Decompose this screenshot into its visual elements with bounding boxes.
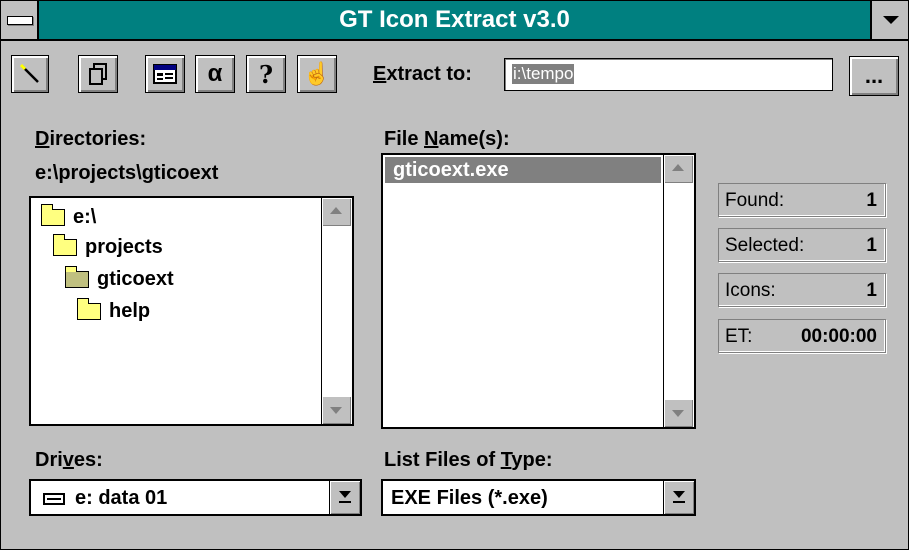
stat-value: 00:00:00 [800,326,877,347]
stat-key: Icons: [725,280,776,301]
chevron-down-icon [673,491,685,498]
window-title: GT Icon Extract v3.0 [339,6,570,33]
icons-stat: Icons: 1 [718,273,886,307]
browse-label: ... [864,63,884,88]
scroll-up-button[interactable] [664,155,693,183]
drives-value: e: data 01 [75,487,168,509]
stat-key: Selected: [725,235,805,256]
file-type-text-b: ype: [511,449,553,471]
file-names-text-a: File [384,128,425,150]
extract-to-accel: E [373,63,387,85]
file-names-text-b: ame(s): [438,128,510,150]
file-type-accel: T [500,449,512,471]
open-folder-icon [52,234,77,256]
drives-text-b: es: [73,449,103,471]
directory-scrollbar[interactable] [321,198,352,424]
scroll-down-button[interactable] [664,399,693,427]
elapsed-time-stat: ET: 00:00:00 [718,319,886,353]
file-names-accel: N [424,128,439,150]
alpha-icon: α [207,60,223,87]
app-window: GT Icon Extract v3.0 α ? ☝ Extract to: i… [0,0,909,550]
window-icon [146,56,184,92]
minimize-button[interactable] [870,1,908,39]
directories-accel: D [35,128,50,150]
stat-value: 1 [866,190,877,211]
chevron-down-icon [339,491,351,498]
scroll-down-button[interactable] [322,396,351,424]
browse-button[interactable]: ... [849,56,899,96]
drives-selected: e: data 01 [43,487,167,510]
file-type-label: List Files of Type: [384,449,553,472]
drives-accel: v [62,449,74,471]
wand-icon [12,56,48,92]
file-type-value: EXE Files (*.exe) [391,487,548,509]
arrow-down-icon [330,407,342,414]
directory-tree[interactable]: e:\ projects gticoext help [29,196,354,426]
selected-stat: Selected: 1 [718,228,886,262]
stat-key: Found: [725,190,785,211]
drives-label: Drives: [35,449,103,472]
current-directory-path: e:\projects\gticoext [35,162,219,184]
file-list-scrollbar[interactable] [663,155,694,427]
drive-icon [43,493,65,505]
tree-item-gticoext[interactable]: gticoext [64,266,174,291]
file-type-dropdown-button[interactable] [663,481,694,514]
file-type-text-a: List Files of [384,449,501,471]
title-bar[interactable]: GT Icon Extract v3.0 [1,1,908,41]
tree-item-projects[interactable]: projects [52,234,163,259]
tree-item-root[interactable]: e:\ [40,204,97,229]
file-type-dropdown[interactable]: EXE Files (*.exe) [381,479,696,516]
arrow-down-icon [672,410,684,417]
dropdown-underline [673,501,685,503]
found-stat: Found: 1 [718,183,886,217]
tree-item-label: gticoext [97,268,174,290]
copy-icon [79,56,117,92]
view-button[interactable] [145,55,185,93]
hand-icon: ☝ [303,61,331,86]
drives-text-a: Dri [35,449,63,471]
stat-value: 1 [866,235,877,256]
scroll-up-button[interactable] [322,198,351,226]
arrow-up-icon [672,164,684,171]
extract-to-input[interactable]: i:\tempo [504,58,833,91]
alpha-button[interactable]: α [195,55,235,93]
open-folder-icon [64,266,89,288]
drives-dropdown[interactable]: e: data 01 [29,479,362,516]
help-icon: ? [258,59,274,89]
extract-to-label: Extract to: [373,63,472,86]
copy-button[interactable] [78,55,118,93]
drives-dropdown-button[interactable] [329,481,360,514]
tree-item-label: projects [85,236,163,258]
tree-item-label: help [109,300,151,322]
open-folder-icon [40,204,65,226]
extract-to-text: xtract to: [386,63,472,85]
tree-item-label: e:\ [73,206,97,228]
dropdown-underline [339,501,351,503]
help-button[interactable]: ? [246,55,286,93]
stat-key: ET: [725,326,753,347]
folder-icon [76,298,101,320]
file-names-label: File Name(s): [384,128,510,151]
extract-to-value: i:\tempo [512,64,575,84]
minimize-icon [883,16,899,24]
arrow-up-icon [330,207,342,214]
hand-button[interactable]: ☝ [297,55,337,93]
wand-button[interactable] [11,55,49,93]
stat-value: 1 [866,280,877,301]
tree-item-help[interactable]: help [76,298,151,323]
file-list-item[interactable]: gticoext.exe [385,157,661,183]
directories-label: Directories: [35,128,146,151]
directories-text: irectories: [49,128,147,150]
file-list[interactable]: gticoext.exe [381,153,696,429]
